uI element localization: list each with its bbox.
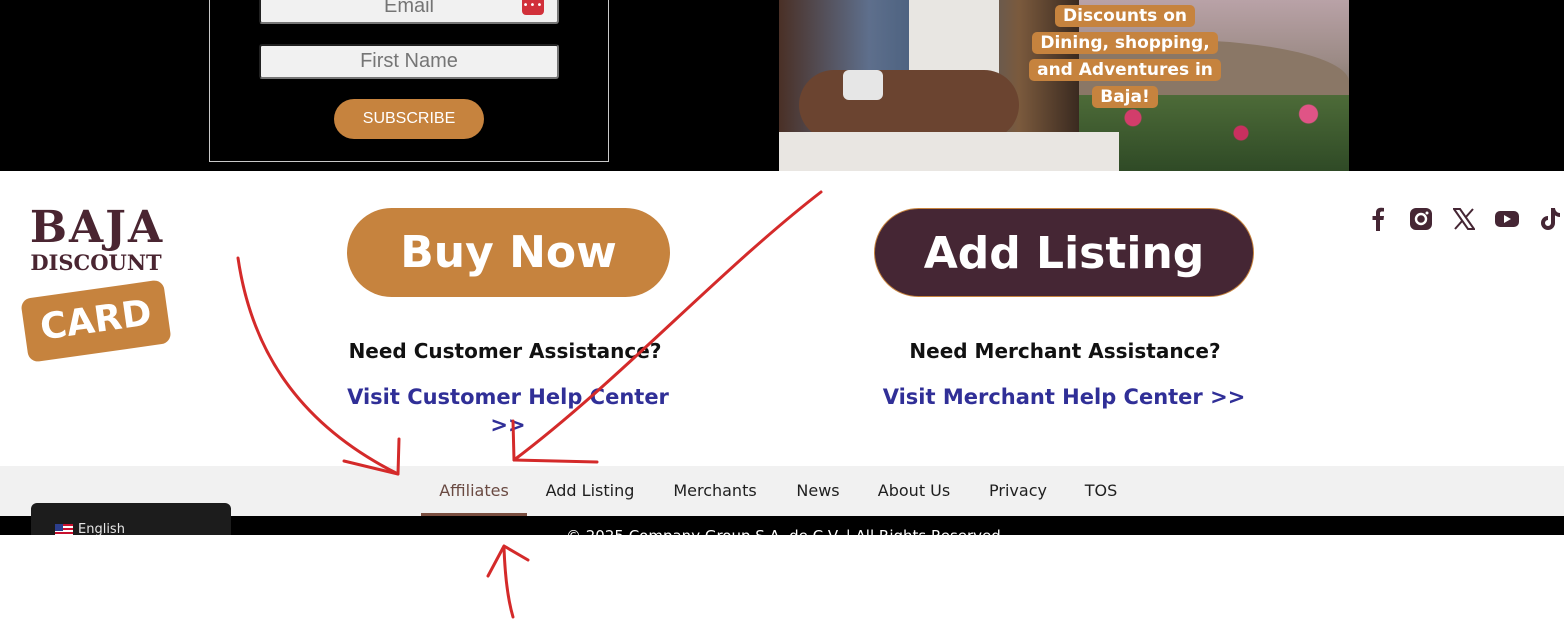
email-field[interactable] <box>259 0 559 24</box>
footer-link-privacy[interactable]: Privacy <box>981 466 1055 516</box>
customer-assistance-heading: Need Customer Assistance? <box>348 339 662 363</box>
us-flag-icon <box>55 524 73 535</box>
footer-link-add-listing[interactable]: Add Listing <box>537 466 643 516</box>
promo-caption: Discounts on Dining, shopping, and Adven… <box>1022 3 1228 111</box>
language-label: English <box>78 522 125 535</box>
x-icon[interactable] <box>1450 205 1478 233</box>
tiktok-icon[interactable] <box>1536 205 1564 233</box>
instagram-icon[interactable] <box>1407 205 1435 233</box>
first-name-field[interactable] <box>259 44 559 79</box>
copyright-bar: © 2025 Company Group S.A. de C.V. | All … <box>0 516 1564 535</box>
footer-link-news[interactable]: News <box>789 466 847 516</box>
password-manager-icon[interactable]: ••• <box>522 0 544 15</box>
merchant-help-center-link[interactable]: Visit Merchant Help Center >> <box>880 383 1248 411</box>
promo-phone <box>843 70 883 100</box>
language-switcher[interactable]: English <box>31 503 231 535</box>
buy-now-button[interactable]: Buy Now <box>347 208 670 297</box>
baja-discount-card-logo[interactable]: BAJA DISCOUNT CARD <box>18 205 178 365</box>
logo-line-baja: BAJA <box>29 202 165 253</box>
footer-link-affiliates[interactable]: Affiliates <box>421 466 527 516</box>
footer-link-about-us[interactable]: About Us <box>869 466 959 516</box>
logo-line-card: CARD <box>20 279 172 363</box>
copyright-text: © 2025 Company Group S.A. de C.V. | All … <box>566 527 1001 535</box>
footer-menu-bar <box>0 466 1564 516</box>
footer-link-merchants[interactable]: Merchants <box>665 466 765 516</box>
promo-caption-text: Discounts on Dining, shopping, and Adven… <box>1029 5 1221 108</box>
promo-arms <box>799 70 1019 140</box>
promo-table <box>779 132 1119 171</box>
customer-help-center-link[interactable]: Visit Customer Help Center >> <box>330 383 686 439</box>
annotation-arrow-bottom-head <box>486 544 530 578</box>
annotation-arrow-bottom <box>502 546 515 619</box>
footer-link-tos[interactable]: TOS <box>1077 466 1125 516</box>
add-listing-button[interactable]: Add Listing <box>874 208 1254 297</box>
page: ••• SUBSCRIBE Discounts on Dining, shopp… <box>0 0 1564 621</box>
facebook-icon[interactable] <box>1364 205 1392 233</box>
merchant-assistance-heading: Need Merchant Assistance? <box>909 339 1221 363</box>
subscribe-button[interactable]: SUBSCRIBE <box>334 99 484 139</box>
youtube-icon[interactable] <box>1493 205 1521 233</box>
logo-line-discount: DISCOUNT <box>30 250 162 275</box>
